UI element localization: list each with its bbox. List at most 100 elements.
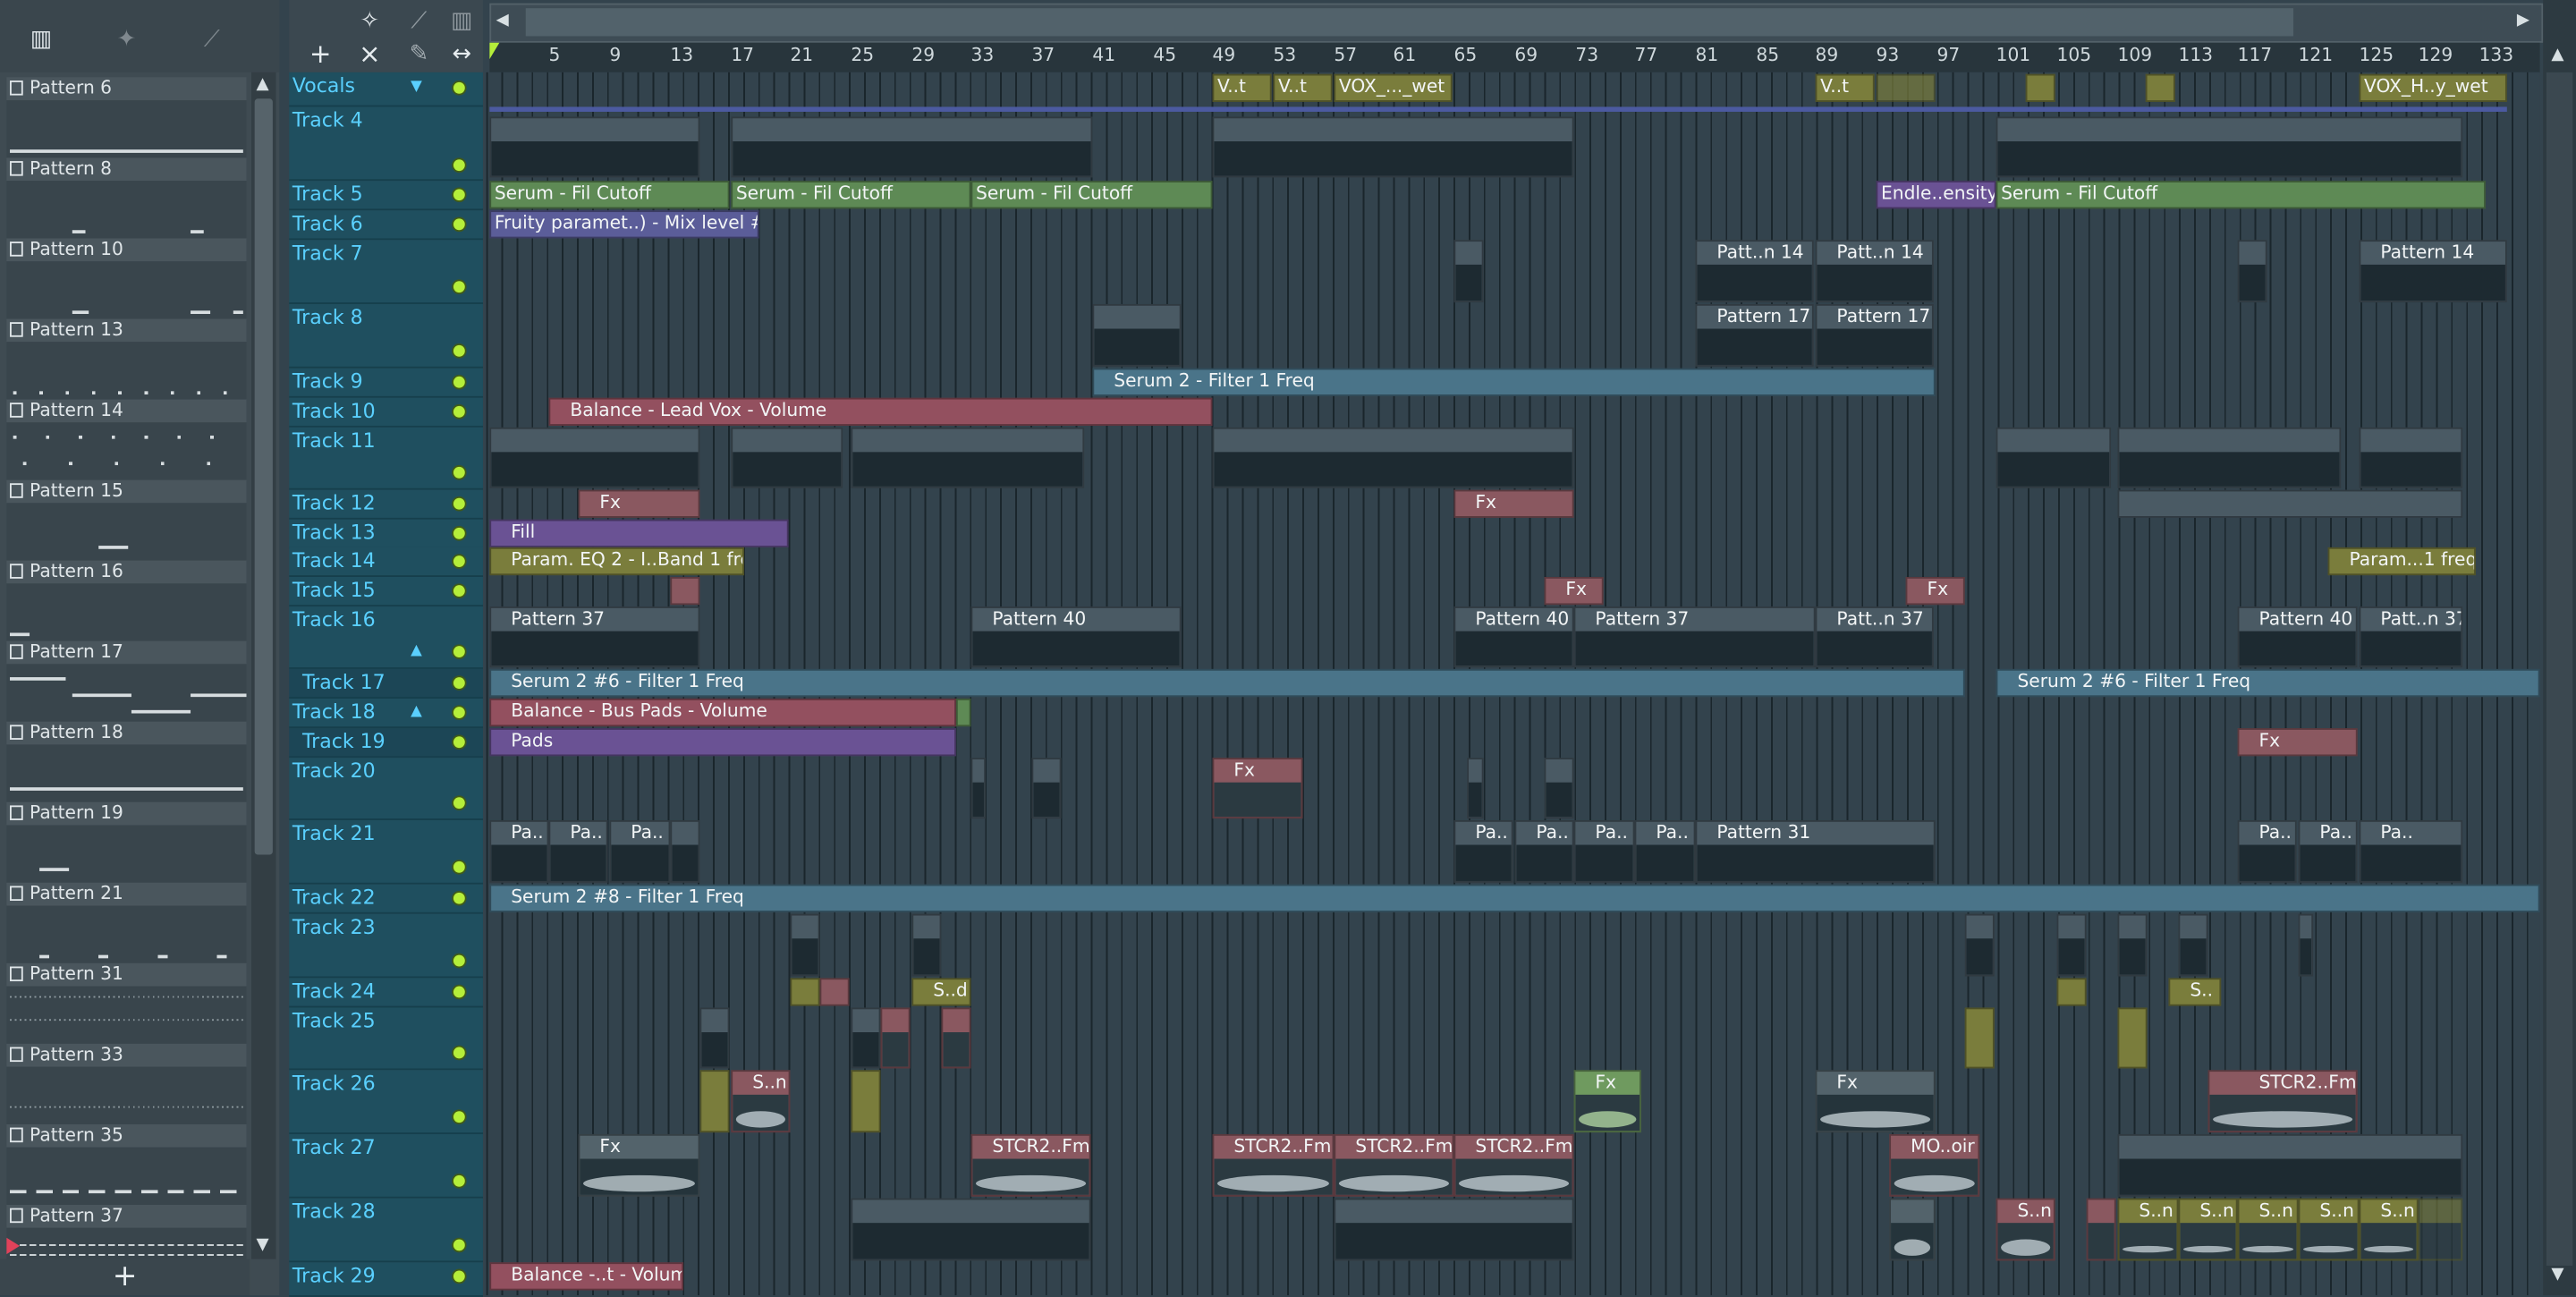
track-enable-led[interactable] <box>452 1174 467 1189</box>
audio-clip[interactable]: VOX_..._wet <box>1334 73 1453 102</box>
automation-clip[interactable]: Param...1 freq <box>2327 547 2476 576</box>
track-enable-led[interactable] <box>452 675 467 691</box>
picker-item[interactable]: Pattern 14 <box>6 399 247 480</box>
audio-clip[interactable]: VOX_H..y_wet <box>2359 73 2507 102</box>
audio-clip[interactable]: STCR2..Fmin <box>1453 1133 1574 1197</box>
pattern-clip[interactable]: Pa.. <box>1634 819 1696 883</box>
draw-tool-icon[interactable]: ✎ <box>397 38 440 71</box>
vertical-scrollbar-thumb[interactable] <box>2546 72 2573 1266</box>
pattern-clip[interactable] <box>1092 303 1182 367</box>
automation-clip[interactable]: Serum 2 #8 - Filter 1 Freq <box>489 884 2540 912</box>
pattern-clip[interactable]: Pa.. <box>1453 819 1513 883</box>
picker-item[interactable]: Pattern 6 <box>6 77 247 158</box>
picker-item[interactable]: Pattern 10 <box>6 238 247 319</box>
audio-clip[interactable]: Fx <box>578 1133 700 1197</box>
pattern-clip[interactable] <box>970 758 987 819</box>
scroll-down-icon[interactable]: ▼ <box>257 1236 269 1254</box>
piano-roll-icon[interactable]: ▥ <box>20 23 63 56</box>
track-enable-led[interactable] <box>452 644 467 659</box>
automation-clip[interactable]: Pads <box>489 728 956 757</box>
picker-scrollbar-thumb[interactable] <box>254 98 273 855</box>
track-header[interactable]: Track 18 ▲ <box>289 698 483 729</box>
pattern-clip[interactable]: Pa.. <box>489 819 549 883</box>
picker-item[interactable]: Pattern 13 <box>6 318 247 400</box>
track-enable-led[interactable] <box>452 1109 467 1124</box>
automation-clip[interactable]: S..d <box>911 978 971 1006</box>
track-header[interactable]: Track 7 <box>289 240 483 304</box>
pattern-clip[interactable]: Pa.. <box>2237 819 2297 883</box>
track-header[interactable]: Vocals ▼ <box>289 72 483 107</box>
track-header[interactable]: Track 14 <box>289 547 483 577</box>
automation-clip[interactable] <box>2117 1007 2148 1069</box>
audio-clip[interactable]: Fx <box>2237 728 2358 757</box>
pattern-clip[interactable] <box>1334 1198 1574 1261</box>
track-enable-led[interactable] <box>452 496 467 512</box>
audio-clip-icon[interactable]: ✦ <box>106 23 148 56</box>
automation-clip[interactable]: Serum - Fil Cutoff <box>731 181 971 209</box>
track-enable-led[interactable] <box>452 583 467 598</box>
picker-item[interactable]: Pattern 16 <box>6 560 247 641</box>
audio-clip[interactable]: STCR2..Fmin <box>1212 1133 1335 1197</box>
automation-clip[interactable]: Serum 2 #6 - Filter 1 Freq <box>1996 668 2540 698</box>
picker-item[interactable]: Pattern 17 <box>6 640 247 722</box>
pattern-clip[interactable] <box>1964 913 1995 977</box>
automation-clip[interactable]: Serum - Fil Cutoff <box>489 181 730 209</box>
track-header[interactable]: Track 9 <box>289 368 483 398</box>
track-enable-led[interactable] <box>452 187 467 203</box>
audio-clip[interactable]: V..t <box>1273 73 1333 102</box>
picker-item[interactable]: Pattern 8 <box>6 157 247 239</box>
pattern-clip[interactable]: Pa.. <box>2359 819 2463 883</box>
automation-clip[interactable] <box>851 1070 881 1133</box>
track-header[interactable]: Track 11 <box>289 427 483 490</box>
scroll-up-icon[interactable]: ▲ <box>257 76 269 94</box>
pattern-clip[interactable] <box>731 427 843 488</box>
pattern-clip[interactable] <box>2117 427 2342 488</box>
track-header[interactable]: Track 6 <box>289 210 483 241</box>
track-enable-led[interactable] <box>452 216 467 233</box>
automation-clip[interactable]: Balance -..t - Volume <box>489 1262 684 1291</box>
audio-clip[interactable]: S..n <box>2359 1198 2419 1261</box>
pattern-clip[interactable]: Pattern 40 <box>1453 606 1574 668</box>
scroll-down-icon[interactable]: ▼ <box>2551 1266 2563 1284</box>
pattern-clip[interactable] <box>1212 116 1574 178</box>
track-enable-led[interactable] <box>452 81 467 96</box>
track-header[interactable]: Track 17 <box>289 668 483 699</box>
audio-clip[interactable]: Fx <box>1544 576 1604 606</box>
pattern-clip[interactable] <box>731 116 1093 178</box>
track-header[interactable]: Track 23 <box>289 913 483 979</box>
audio-clip[interactable] <box>1889 1198 1936 1261</box>
audio-clip[interactable] <box>2025 73 2055 102</box>
audio-clip[interactable]: S..n <box>2178 1198 2238 1261</box>
track-header[interactable]: Track 21 <box>289 819 483 885</box>
track-header[interactable]: Track 20 <box>289 758 483 820</box>
track-header[interactable]: Track 12 <box>289 489 483 520</box>
pattern-clip[interactable] <box>2237 240 2267 303</box>
audio-clip[interactable] <box>1876 73 1936 102</box>
track-enable-led[interactable] <box>452 404 467 420</box>
automation-clip[interactable]: Endle..ensity <box>1876 181 1996 209</box>
audio-clip[interactable]: Fx <box>1815 1070 1936 1133</box>
track-header[interactable]: Track 29 <box>289 1262 483 1297</box>
slice-tool-icon[interactable]: ⟋ <box>397 5 440 38</box>
pattern-clip[interactable] <box>2056 913 2087 977</box>
automation-clip[interactable] <box>790 978 820 1006</box>
pattern-clip[interactable] <box>1212 427 1574 488</box>
delete-tool-button[interactable]: × <box>348 38 391 71</box>
audio-clip[interactable]: S..n <box>2117 1198 2179 1261</box>
pattern-clip[interactable]: Patt..n 37 <box>1815 606 1934 668</box>
track-header[interactable]: Track 13 <box>289 519 483 549</box>
track-enable-led[interactable] <box>452 705 467 720</box>
track-header[interactable]: Track 19 <box>289 728 483 759</box>
track-enable-led[interactable] <box>452 1268 467 1284</box>
pattern-clip[interactable] <box>2117 913 2148 977</box>
audio-clip[interactable]: S..n <box>2237 1198 2299 1261</box>
expand-icon[interactable]: ▲ <box>411 703 422 719</box>
automation-clip[interactable] <box>955 698 971 727</box>
pattern-clip[interactable] <box>2117 489 2463 518</box>
pattern-clip[interactable] <box>699 1007 730 1069</box>
pattern-clip[interactable] <box>1467 758 1484 819</box>
automation-clip[interactable] <box>2056 978 2087 1006</box>
piano-tool-icon[interactable]: ▥ <box>440 5 483 38</box>
audio-clip[interactable] <box>670 576 700 606</box>
automation-clip[interactable]: Serum 2 - Filter 1 Freq <box>1092 368 1936 396</box>
